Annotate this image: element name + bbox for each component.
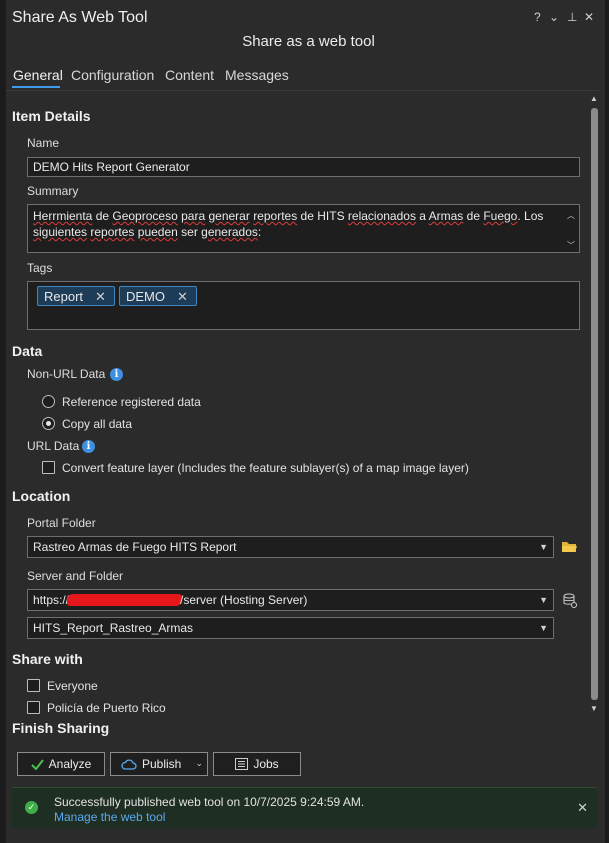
close-icon[interactable]: ✕ [577,800,588,816]
summary-word: Geoproceso [112,209,178,223]
close-icon[interactable]: ✕ [584,10,594,24]
finish-sharing-heading: Finish Sharing [12,720,110,736]
portal-folder-select[interactable]: Rastreo Armas de Fuego HITS Report ▼ [27,536,554,558]
item-details-heading: Item Details [12,108,91,124]
dropdown-caret-icon: ▼ [539,595,548,605]
active-tab-indicator [12,86,60,88]
tags-input[interactable]: Report ✕ DEMO ✕ [27,281,580,330]
jobs-label: Jobs [253,757,279,771]
tab-messages[interactable]: Messages [225,67,289,83]
summary-word: Armas [428,209,464,223]
pane-title: Share As Web Tool [12,9,148,26]
summary-textarea[interactable]: Herrmienta de Geoproceso para generar re… [27,204,580,253]
share-as-web-tool-pane: Share As Web Tool ? ⌄ ⊥ ✕ Share as a web… [0,0,609,843]
summary-text: a [415,209,429,223]
publish-options-chevron-icon[interactable]: ⌄ [195,758,203,769]
cloud-icon [121,758,137,770]
tab-general[interactable]: General [13,67,63,83]
summary-label: Summary [27,184,79,198]
data-heading: Data [12,343,43,359]
jobs-button[interactable]: Jobs [213,752,301,776]
server-select[interactable]: https:// /server (Hosting Server) ▼ [27,589,554,611]
summary-word: reportes [253,209,298,223]
tab-content[interactable]: Content [165,67,214,83]
scrollbar-thumb[interactable] [591,108,598,700]
scroll-down-icon[interactable]: ▼ [589,704,599,713]
summary-text: de HITS [297,209,348,223]
tag-chip: DEMO ✕ [119,286,197,306]
success-banner: ✓ Successfully published web tool on 10/… [12,787,597,828]
url-data-label: URL Data [27,439,80,453]
group-label: Policía de Puerto Rico [47,701,166,715]
portal-folder-label: Portal Folder [27,516,96,530]
convert-feature-layer-label: Convert feature layer (Includes the feat… [62,461,469,475]
server-folder-select[interactable]: HITS_Report_Rastreo_Armas ▼ [27,617,554,639]
summary-text: de [92,209,113,223]
chevron-up-icon[interactable]: ︿ [567,208,575,224]
summary-word: Fuego [483,209,518,223]
non-url-data-label: Non-URL Data [27,367,106,381]
server-and-folder-label: Server and Folder [27,569,124,583]
summary-text: . Los [517,209,544,223]
copy-all-data-label: Copy all data [62,417,133,431]
analyze-button[interactable]: Analyze [17,752,105,776]
info-icon[interactable]: i [82,440,95,453]
server-url-prefix: https:// [33,593,70,607]
summary-word: Herrmienta [33,209,93,223]
share-with-heading: Share with [12,651,83,667]
chevron-down-icon[interactable]: ⌄ [549,10,559,24]
tab-configuration[interactable]: Configuration [71,67,154,83]
tag-label: DEMO [126,289,165,304]
summary-word: generar [208,209,250,223]
folder-icon[interactable] [561,540,578,554]
dropdown-caret-icon: ▼ [539,623,548,633]
summary-word: relacionados [347,209,416,223]
summary-word: reportes [90,225,135,239]
location-heading: Location [12,488,71,504]
tab-divider [6,90,599,91]
remove-tag-icon[interactable]: ✕ [95,289,106,305]
summary-text: ser [177,225,202,239]
summary-word: siguientes [33,225,88,239]
everyone-label: Everyone [47,679,98,693]
pane-subtitle: Share as a web tool [242,33,375,50]
everyone-checkbox[interactable] [27,679,40,692]
pin-icon[interactable]: ⊥ [567,10,577,24]
portal-folder-value: Rastreo Armas de Fuego HITS Report [33,540,237,554]
jobs-list-icon [235,758,249,770]
success-check-icon: ✓ [25,801,38,814]
name-label: Name [27,136,60,150]
help-icon[interactable]: ? [534,10,541,24]
summary-word: pueden [137,225,178,239]
reference-registered-data-label: Reference registered data [62,395,201,409]
name-input[interactable] [27,157,580,177]
summary-text: : [257,225,262,239]
checkmark-icon [30,758,44,770]
group-checkbox[interactable] [27,701,40,714]
summary-text: de [463,209,484,223]
info-icon[interactable]: i [110,368,123,381]
reference-registered-data-radio[interactable] [42,395,55,408]
copy-all-data-radio[interactable] [42,417,55,430]
tags-label: Tags [27,261,53,275]
scroll-up-icon[interactable]: ▲ [589,94,599,103]
server-folder-value: HITS_Report_Rastreo_Armas [33,621,194,635]
success-message: Successfully published web tool on 10/7/… [54,795,365,809]
manage-web-tool-link[interactable]: Manage the web tool [54,810,165,824]
convert-feature-layer-checkbox[interactable] [42,461,55,474]
server-settings-icon[interactable] [563,593,577,608]
summary-word: generados [201,225,258,239]
redaction-mark [67,594,183,606]
publish-label: Publish [142,757,182,771]
publish-button[interactable]: Publish ⌄ [110,752,208,776]
summary-word: para [181,209,206,223]
dropdown-caret-icon: ▼ [539,542,548,552]
tag-chip: Report ✕ [37,286,115,306]
server-url-suffix: /server (Hosting Server) [180,593,308,607]
remove-tag-icon[interactable]: ✕ [177,289,188,305]
chevron-down-icon[interactable]: ﹀ [567,238,575,254]
tag-label: Report [44,289,84,304]
analyze-label: Analyze [48,757,92,771]
